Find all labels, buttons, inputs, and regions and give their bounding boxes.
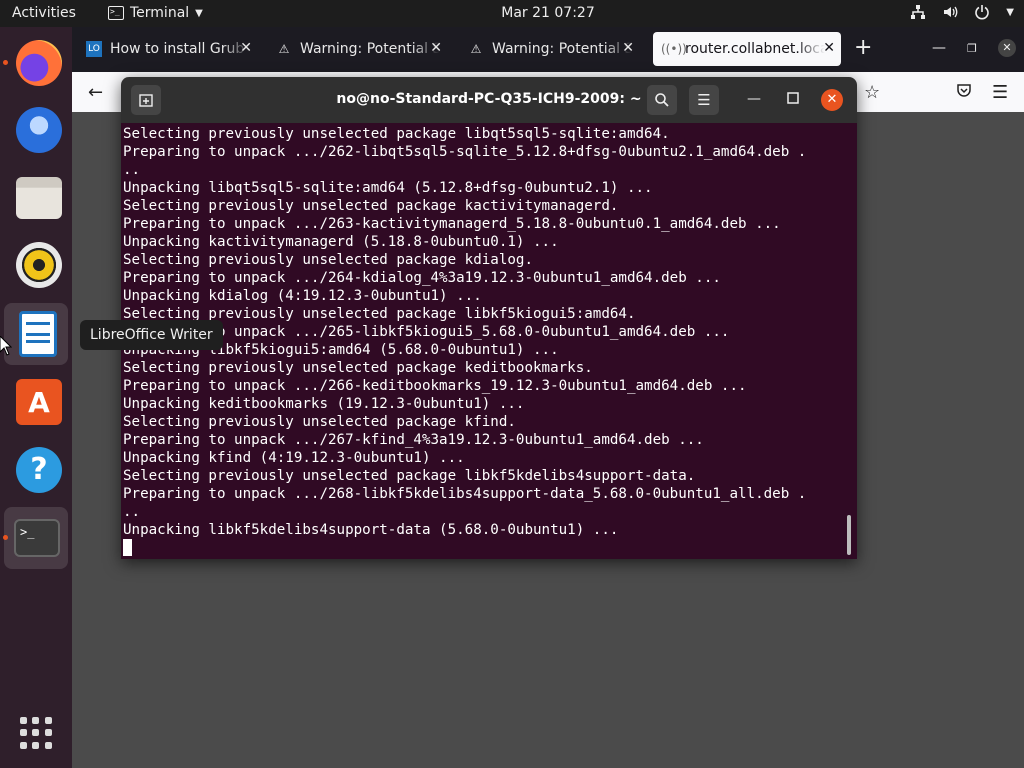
- terminal-line: Unpacking keditbookmarks (19.12.3-0ubunt…: [123, 396, 525, 412]
- bookmark-star-icon[interactable]: ☆: [864, 82, 880, 103]
- search-icon[interactable]: [647, 85, 677, 115]
- chevron-down-icon: ▼: [195, 7, 203, 19]
- terminal-line: Unpacking libkf5kdelibs4support-data (5.…: [123, 522, 619, 538]
- tab-strip: LO How to install Grub C ✕ ⚠ Warning: Po…: [72, 27, 1024, 72]
- top-bar: Activities >_ Terminal ▼ Mar 21 07:27 ▼: [0, 0, 1024, 27]
- back-arrow-icon[interactable]: ←: [88, 82, 103, 103]
- terminal-line: Unpacking kfind (4:19.12.3-0ubuntu1) ...: [123, 450, 465, 466]
- close-icon[interactable]: ✕: [622, 40, 634, 56]
- menu-icon[interactable]: ☰: [992, 82, 1008, 103]
- volume-icon[interactable]: [942, 4, 958, 24]
- tab-warning-1[interactable]: ⚠ Warning: Potential Se ✕: [268, 32, 448, 66]
- warning-icon: ⚠: [470, 42, 482, 56]
- terminal-line: Unpacking kactivitymanagerd (5.18.8-0ubu…: [123, 234, 559, 250]
- tab-title: router.collabnet.loca: [685, 41, 825, 57]
- scrollbar[interactable]: [847, 515, 851, 555]
- files-icon: [16, 177, 62, 219]
- tab-router[interactable]: ((•)) router.collabnet.loca ✕: [653, 32, 841, 66]
- terminal-line: Unpacking libkf5kiogui5:amd64 (5.68.0-0u…: [123, 342, 559, 358]
- show-applications-button[interactable]: [20, 717, 52, 749]
- terminal-prompt-line: [123, 539, 843, 557]
- system-tray[interactable]: ▼: [910, 4, 1014, 24]
- text-cursor: [123, 539, 132, 556]
- terminal-line: Unpacking libqt5sql5-sqlite:amd64 (5.12.…: [123, 180, 653, 196]
- terminal-line: Selecting previously unselected package …: [123, 414, 516, 430]
- rhythmbox-icon: [16, 242, 62, 288]
- pocket-icon[interactable]: [956, 82, 972, 103]
- dock-item-ubuntu-software[interactable]: A: [4, 371, 68, 433]
- minimize-icon[interactable]: —: [932, 40, 946, 56]
- hamburger-menu-icon[interactable]: ☰: [689, 85, 719, 115]
- terminal-header-bar[interactable]: no@no-Standard-PC-Q35-ICH9-2009: ~ ☰ — ✕: [121, 77, 857, 123]
- dock-item-rhythmbox[interactable]: [4, 234, 68, 296]
- dock-item-libreoffice-writer[interactable]: [4, 303, 68, 365]
- minimize-icon[interactable]: —: [747, 91, 761, 107]
- terminal-line: Selecting previously unselected package …: [123, 468, 696, 484]
- new-tab-button[interactable]: +: [854, 37, 872, 59]
- new-tab-icon[interactable]: [131, 85, 161, 115]
- terminal-line: ..: [123, 504, 141, 520]
- dock-item-thunderbird[interactable]: [4, 99, 68, 161]
- dock-item-help[interactable]: ?: [4, 439, 68, 501]
- firefox-icon: [16, 40, 62, 86]
- terminal-icon: >_: [14, 519, 60, 557]
- terminal-output[interactable]: Selecting previously unselected package …: [121, 123, 857, 559]
- tab-warning-2[interactable]: ⚠ Warning: Potential Se ✕: [460, 32, 640, 66]
- dock: A ? >_: [0, 27, 72, 768]
- running-indicator: [3, 60, 8, 65]
- libreoffice-favicon-icon: LO: [86, 41, 102, 57]
- terminal-window[interactable]: no@no-Standard-PC-Q35-ICH9-2009: ~ ☰ — ✕…: [121, 77, 857, 559]
- terminal-line: Preparing to unpack .../262-libqt5sql5-s…: [123, 144, 807, 160]
- warning-icon: ⚠: [278, 42, 290, 56]
- close-icon[interactable]: ✕: [823, 40, 835, 56]
- close-icon[interactable]: ✕: [240, 40, 252, 56]
- chevron-down-icon[interactable]: ▼: [1006, 7, 1014, 24]
- tab-title: Warning: Potential Se: [492, 41, 632, 57]
- libreoffice-writer-icon: [19, 311, 57, 357]
- terminal-line: Selecting previously unselected package …: [123, 360, 593, 376]
- terminal-lines: Selecting previously unselected package …: [123, 125, 843, 557]
- dock-item-terminal[interactable]: >_: [3, 507, 68, 569]
- terminal-line: Preparing to unpack .../268-libkf5kdelib…: [123, 486, 807, 502]
- mouse-pointer-icon: [0, 336, 12, 356]
- software-store-icon: A: [16, 379, 62, 425]
- terminal-line: ..: [123, 162, 141, 178]
- terminal-line: Selecting previously unselected package …: [123, 252, 533, 268]
- thunderbird-icon: [16, 107, 62, 153]
- dock-item-firefox[interactable]: [3, 32, 68, 94]
- terminal-line: Selecting previously unselected package …: [123, 306, 636, 322]
- network-icon[interactable]: [910, 4, 926, 24]
- maximize-icon[interactable]: [787, 92, 799, 108]
- maximize-icon[interactable]: ❐: [967, 42, 977, 55]
- app-menu[interactable]: >_ Terminal ▼: [108, 5, 203, 21]
- close-icon[interactable]: ✕: [430, 40, 442, 56]
- close-icon[interactable]: ✕: [821, 89, 843, 111]
- close-icon[interactable]: ✕: [998, 39, 1016, 57]
- terminal-line: Preparing to unpack .../265-libkf5kiogui…: [123, 324, 730, 340]
- terminal-line: Unpacking kdialog (4:19.12.3-0ubuntu1) .…: [123, 288, 482, 304]
- app-menu-label: Terminal: [130, 5, 190, 21]
- terminal-line: Preparing to unpack .../263-kactivityman…: [123, 216, 781, 232]
- dock-item-files[interactable]: [4, 167, 68, 229]
- dock-tooltip: LibreOffice Writer: [80, 320, 223, 350]
- running-indicator: [3, 535, 8, 540]
- help-icon: ?: [16, 447, 62, 493]
- terminal-icon: >_: [108, 6, 124, 20]
- terminal-line: Preparing to unpack .../264-kdialog_4%3a…: [123, 270, 721, 286]
- tab-grub[interactable]: LO How to install Grub C ✕: [78, 32, 258, 66]
- wifi-icon: ((•)): [661, 42, 687, 56]
- power-icon[interactable]: [974, 4, 990, 24]
- tab-title: How to install Grub C: [110, 41, 250, 57]
- terminal-title: no@no-Standard-PC-Q35-ICH9-2009: ~: [336, 91, 642, 107]
- tab-title: Warning: Potential Se: [300, 41, 440, 57]
- terminal-line: Selecting previously unselected package …: [123, 198, 619, 214]
- terminal-line: Selecting previously unselected package …: [123, 126, 670, 142]
- terminal-line: Preparing to unpack .../267-kfind_4%3a19…: [123, 432, 704, 448]
- terminal-line: Preparing to unpack .../266-keditbookmar…: [123, 378, 747, 394]
- clock[interactable]: Mar 21 07:27: [501, 5, 594, 21]
- activities-button[interactable]: Activities: [12, 5, 76, 21]
